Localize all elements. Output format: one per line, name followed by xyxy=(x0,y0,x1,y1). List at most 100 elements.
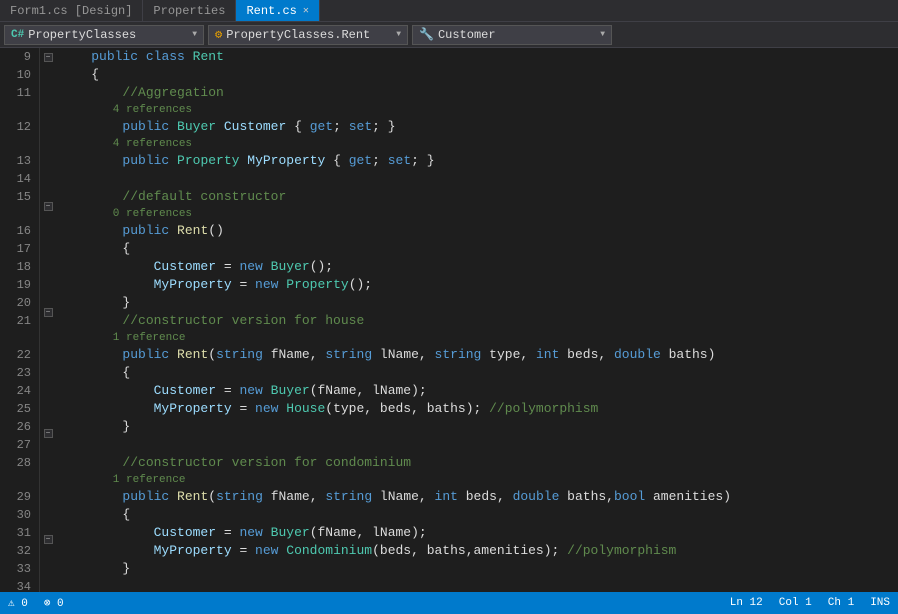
code-line-20: } xyxy=(60,294,898,312)
line-num-32: 32 xyxy=(4,542,31,560)
code-line-29: public Rent(string fName, string lName, … xyxy=(60,488,898,506)
ref-line-1: 4 references xyxy=(60,102,898,118)
collapse-column: − − − − xyxy=(40,48,56,592)
code-area[interactable]: public class Rent { //Aggregation 4 refe… xyxy=(56,48,898,592)
collapse-btn-29[interactable]: − xyxy=(44,429,53,438)
code-line-9: public class Rent xyxy=(60,48,898,66)
line-num-ref4 xyxy=(4,330,31,346)
chevron-down-icon3: ▼ xyxy=(600,30,605,39)
line-num-28: 28 xyxy=(4,454,31,472)
code-line-31: Customer = new Buyer(fName, lName); xyxy=(60,524,898,542)
tab-form1-design[interactable]: Form1.cs [Design] xyxy=(0,0,143,21)
line-num-12: 12 xyxy=(4,118,31,136)
line-num-10: 10 xyxy=(4,66,31,84)
collapse-btn-9[interactable]: − xyxy=(44,53,53,62)
chevron-down-icon2: ▼ xyxy=(396,30,401,39)
line-num-24: 24 xyxy=(4,382,31,400)
line-num-31: 31 xyxy=(4,524,31,542)
code-line-34 xyxy=(60,578,898,592)
code-line-24: Customer = new Buyer(fName, lName); xyxy=(60,382,898,400)
line-num-ref3 xyxy=(4,206,31,222)
tab-properties[interactable]: Properties xyxy=(143,0,236,21)
status-warnings: ⚠ 0 xyxy=(8,596,28,610)
editor: 9 10 11 12 13 14 15 16 17 18 19 20 21 22… xyxy=(0,48,898,592)
code-line-17: { xyxy=(60,240,898,258)
line-num-26: 26 xyxy=(4,418,31,436)
code-line-16: public Rent() xyxy=(60,222,898,240)
line-num-23: 23 xyxy=(4,364,31,382)
code-line-19: MyProperty = new Property(); xyxy=(60,276,898,294)
line-num-33: 33 xyxy=(4,560,31,578)
title-bar: Form1.cs [Design] Properties Rent.cs ✕ xyxy=(0,0,898,22)
status-col: Col 1 xyxy=(779,597,812,609)
status-bar: ⚠ 0 ⊗ 0 Ln 12 Col 1 Ch 1 INS xyxy=(0,592,898,614)
code-line-12: public Buyer Customer { get; set; } xyxy=(60,118,898,136)
code-line-26: } xyxy=(60,418,898,436)
line-num-22: 22 xyxy=(4,346,31,364)
line-num-30: 30 xyxy=(4,506,31,524)
tab-properties-label: Properties xyxy=(153,4,225,18)
line-num-17: 17 xyxy=(4,240,31,258)
line-num-25: 25 xyxy=(4,400,31,418)
line-num-ref5 xyxy=(4,472,31,488)
ref-line-3: 0 references xyxy=(60,206,898,222)
collapse-btn-16[interactable]: − xyxy=(44,202,53,211)
line-num-14: 14 xyxy=(4,170,31,188)
code-line-14 xyxy=(60,170,898,188)
code-line-18: Customer = new Buyer(); xyxy=(60,258,898,276)
code-line-13: public Property MyProperty { get; set; } xyxy=(60,152,898,170)
line-num-16: 16 xyxy=(4,222,31,240)
line-num-13: 13 xyxy=(4,152,31,170)
ref-line-4: 1 reference xyxy=(60,330,898,346)
line-num-29: 29 xyxy=(4,488,31,506)
collapse-row-16: − xyxy=(44,197,53,212)
status-ch: Ch 1 xyxy=(828,597,854,609)
code-line-22: public Rent(string fName, string lName, … xyxy=(60,346,898,364)
ref-line-5: 1 reference xyxy=(60,472,898,488)
member-dropdown[interactable]: ⚙ PropertyClasses.Rent ▼ xyxy=(208,25,408,45)
ref-line-2: 4 references xyxy=(60,136,898,152)
code-line-33: } xyxy=(60,560,898,578)
class-dropdown[interactable]: C# PropertyClasses ▼ xyxy=(4,25,204,45)
nav-bar: C# PropertyClasses ▼ ⚙ PropertyClasses.R… xyxy=(0,22,898,48)
close-icon[interactable]: ✕ xyxy=(303,5,309,17)
collapse-row-35: − xyxy=(44,530,53,545)
line-num-ref2 xyxy=(4,136,31,152)
class-dropdown-value: PropertyClasses xyxy=(28,28,136,42)
line-num-15: 15 xyxy=(4,188,31,206)
member-dropdown-value: PropertyClasses.Rent xyxy=(226,28,370,42)
line-num-21: 21 xyxy=(4,312,31,330)
code-line-27 xyxy=(60,436,898,454)
line-num-34: 34 xyxy=(4,578,31,592)
code-line-28: //constructor version for condominium xyxy=(60,454,898,472)
collapse-btn-35[interactable]: − xyxy=(44,535,53,544)
line-num-20: 20 xyxy=(4,294,31,312)
collapse-row-9: − xyxy=(44,48,53,63)
line-num-18: 18 xyxy=(4,258,31,276)
line-num-ref1 xyxy=(4,102,31,118)
code-line-32: MyProperty = new Condominium(beds, baths… xyxy=(60,542,898,560)
line-numbers: 9 10 11 12 13 14 15 16 17 18 19 20 21 22… xyxy=(0,48,40,592)
code-line-23: { xyxy=(60,364,898,382)
status-ins: INS xyxy=(870,597,890,609)
tab-rentcs[interactable]: Rent.cs ✕ xyxy=(236,0,319,21)
status-errors: ⊗ 0 xyxy=(44,596,64,610)
tab-form1-design-label: Form1.cs [Design] xyxy=(10,4,132,18)
symbol-dropdown[interactable]: 🔧 Customer ▼ xyxy=(412,25,612,45)
code-line-30: { xyxy=(60,506,898,524)
member-icon: ⚙ xyxy=(215,27,222,42)
wrench-icon: 🔧 xyxy=(419,27,434,42)
symbol-dropdown-value: Customer xyxy=(438,28,496,42)
line-num-11: 11 xyxy=(4,84,31,102)
line-num-19: 19 xyxy=(4,276,31,294)
tab-rentcs-label: Rent.cs xyxy=(246,4,296,18)
status-line: Ln 12 xyxy=(730,597,763,609)
collapse-row-29: − xyxy=(44,424,53,439)
collapse-btn-22[interactable]: − xyxy=(44,308,53,317)
code-line-21: //constructor version for house xyxy=(60,312,898,330)
class-icon: C# xyxy=(11,29,24,41)
code-line-10: { xyxy=(60,66,898,84)
code-line-11: //Aggregation xyxy=(60,84,898,102)
line-num-9: 9 xyxy=(4,48,31,66)
collapse-row-22: − xyxy=(44,303,53,318)
